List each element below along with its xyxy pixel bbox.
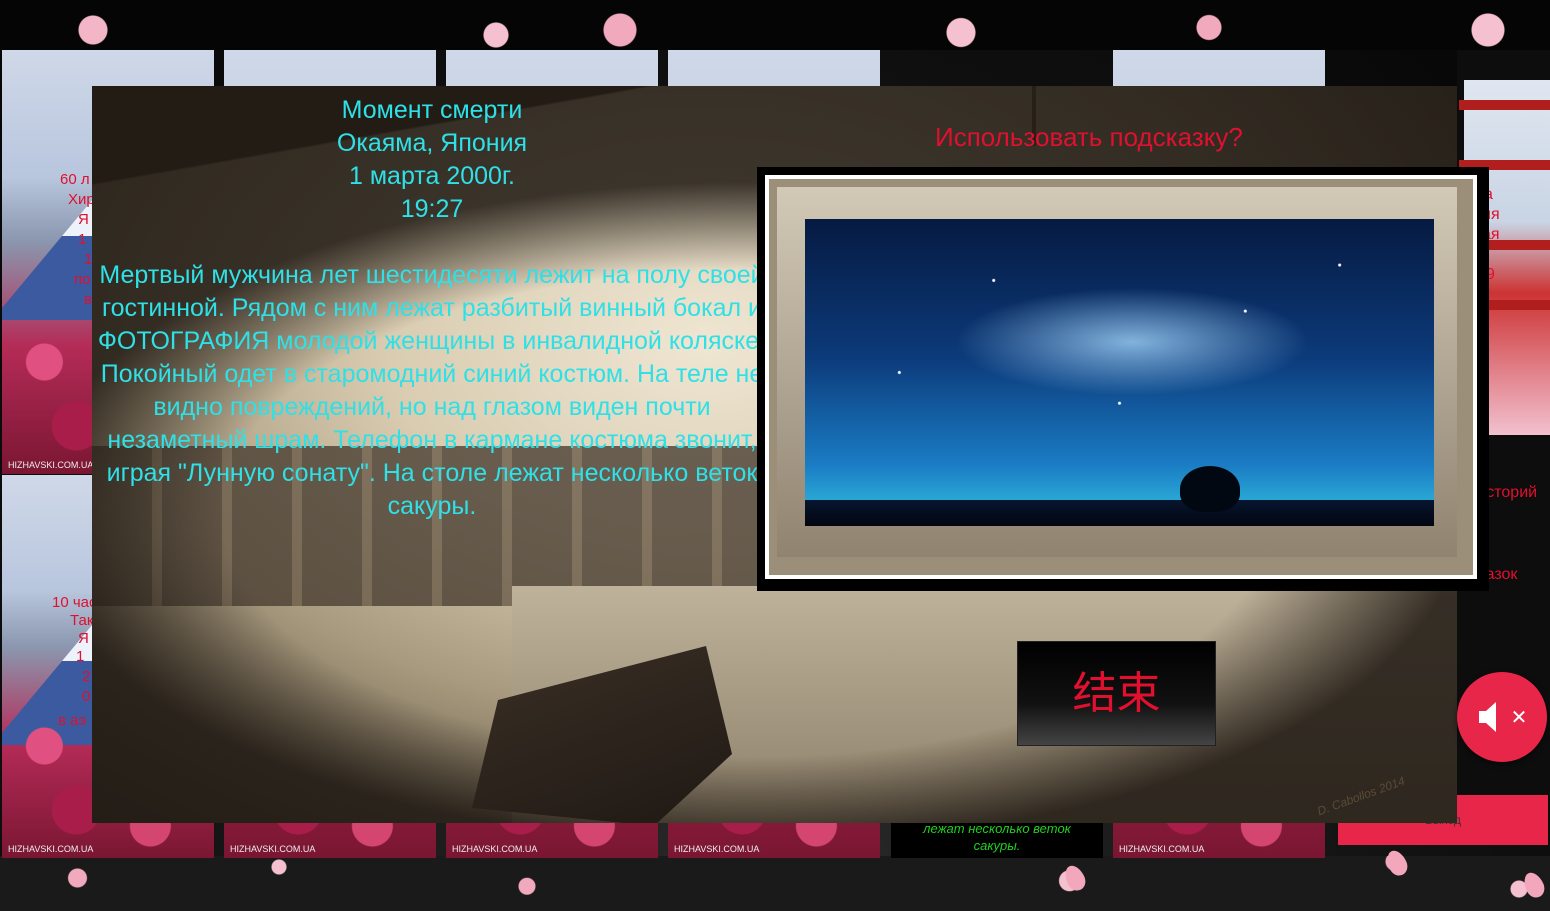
- sakura-top-border: [0, 0, 1550, 50]
- dark-story-card: лежат несколько веток сакуры.: [891, 820, 1103, 858]
- watermark: HIZHAVSKI.COM.UA: [8, 460, 94, 470]
- hint-popup: [757, 167, 1489, 591]
- sound-toggle-button[interactable]: ✕: [1457, 672, 1547, 762]
- story-description: Мертвый мужчина лет шестидесяти лежит на…: [97, 261, 767, 520]
- story-date: 1 марта 2000г.: [349, 162, 515, 190]
- starry-night-sky-image[interactable]: [805, 219, 1434, 526]
- hint-question[interactable]: Использовать подсказку?: [935, 122, 1243, 153]
- story-place: Окаяма, Япония: [336, 129, 528, 157]
- hint-frame-border: [765, 175, 1477, 579]
- story-text: Момент смерти Окаяма, Япония 1 марта 200…: [92, 94, 772, 523]
- speaker-muted-icon: [1478, 702, 1496, 732]
- sakura-bottom-border: [0, 856, 1550, 911]
- mute-x-icon: ✕: [1510, 706, 1528, 729]
- story-time: 19:27: [400, 195, 464, 223]
- tree-silhouette: [1180, 466, 1240, 512]
- end-button[interactable]: 结束: [1017, 641, 1216, 746]
- story-title: Момент смерти: [341, 96, 523, 124]
